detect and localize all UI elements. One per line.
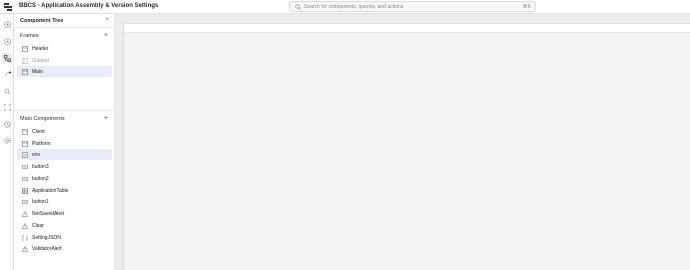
component-item-env[interactable]: env: [17, 149, 112, 160]
container-icon: [22, 141, 28, 147]
component-tree-icon[interactable]: [2, 53, 12, 63]
search-icon: [295, 4, 301, 10]
canvas-header-frame[interactable]: [124, 24, 690, 33]
panel-header: Component Tree ×: [14, 14, 115, 28]
component-tree-panel: Component Tree × Frames + Header Sidebar…: [14, 14, 115, 270]
frame-icon: [22, 46, 28, 52]
frame-icon: [22, 69, 28, 75]
alert-icon: [22, 211, 28, 217]
button-icon: [22, 176, 28, 182]
component-label: button3: [32, 164, 49, 170]
component-item-notsavedalert[interactable]: NotSavedAlert: [17, 208, 112, 219]
section-divider: [14, 110, 115, 111]
top-bar: BBCS - Application Assembly & Version Se…: [0, 0, 690, 14]
add-frame-button[interactable]: +: [104, 32, 108, 39]
frame-item-main[interactable]: Main: [17, 66, 112, 77]
container-icon: [22, 129, 28, 135]
component-label: Client: [32, 129, 45, 135]
component-item-settingjson[interactable]: SettingJSON: [17, 232, 112, 243]
button-icon: [22, 199, 28, 205]
frame-label: Main: [32, 69, 43, 75]
app-title: BBCS - Application Assembly & Version Se…: [19, 3, 159, 9]
frame-item-header[interactable]: Header: [17, 43, 112, 54]
app-logo-icon[interactable]: [4, 3, 12, 11]
component-item-button3[interactable]: button3: [17, 161, 112, 172]
component-item-validatoralert[interactable]: ValidatorAlert: [17, 243, 112, 254]
component-item-clear[interactable]: Clear: [17, 220, 112, 231]
search-placeholder: Search for components, queries, and acti…: [304, 4, 404, 10]
component-item-platform[interactable]: Platform: [17, 138, 112, 149]
search-rail-icon[interactable]: [2, 86, 12, 96]
frame-icon: [22, 58, 28, 64]
button-icon: [22, 164, 28, 170]
add-icon[interactable]: [2, 19, 12, 29]
left-icon-rail: [0, 14, 14, 270]
frames-section-label: Frames: [20, 33, 39, 39]
canvas-area: [115, 14, 690, 270]
alert-icon: [22, 223, 28, 229]
component-label: SettingJSON: [32, 235, 61, 241]
component-item-client[interactable]: Client: [17, 126, 112, 137]
component-label: env: [32, 152, 41, 158]
search-input[interactable]: Search for components, queries, and acti…: [289, 1, 536, 12]
json-icon: [22, 235, 28, 241]
component-label: button2: [32, 176, 49, 182]
layout-icon[interactable]: [2, 102, 12, 112]
close-icon[interactable]: ×: [105, 17, 109, 23]
canvas-frame[interactable]: [123, 23, 690, 270]
component-label: NotSavedAlert: [32, 211, 65, 217]
main-components-label: Main Components: [20, 116, 65, 122]
add-component-button[interactable]: +: [104, 115, 108, 122]
frame-label: Sidebar: [32, 58, 50, 64]
select-icon: [22, 152, 28, 158]
component-label: ValidatorAlert: [32, 246, 62, 252]
history-icon[interactable]: [2, 119, 12, 129]
component-label: Platform: [32, 141, 51, 147]
component-label: ApplicationTable: [32, 188, 69, 194]
table-icon: [22, 188, 28, 194]
component-item-button1[interactable]: button1: [17, 196, 112, 207]
frame-label: Header: [32, 46, 49, 52]
workflow-icon[interactable]: [2, 69, 12, 79]
search-shortcut: ⌘K: [522, 4, 531, 10]
component-label: button1: [32, 199, 49, 205]
alert-icon: [22, 246, 28, 252]
panel-title: Component Tree: [20, 18, 64, 24]
component-item-button2[interactable]: button2: [17, 173, 112, 184]
frame-item-sidebar[interactable]: Sidebar: [17, 55, 112, 66]
database-icon[interactable]: [2, 36, 12, 46]
component-item-applicationtable[interactable]: ApplicationTable: [17, 185, 112, 196]
settings-icon[interactable]: [2, 135, 12, 145]
component-label: Clear: [32, 223, 44, 229]
